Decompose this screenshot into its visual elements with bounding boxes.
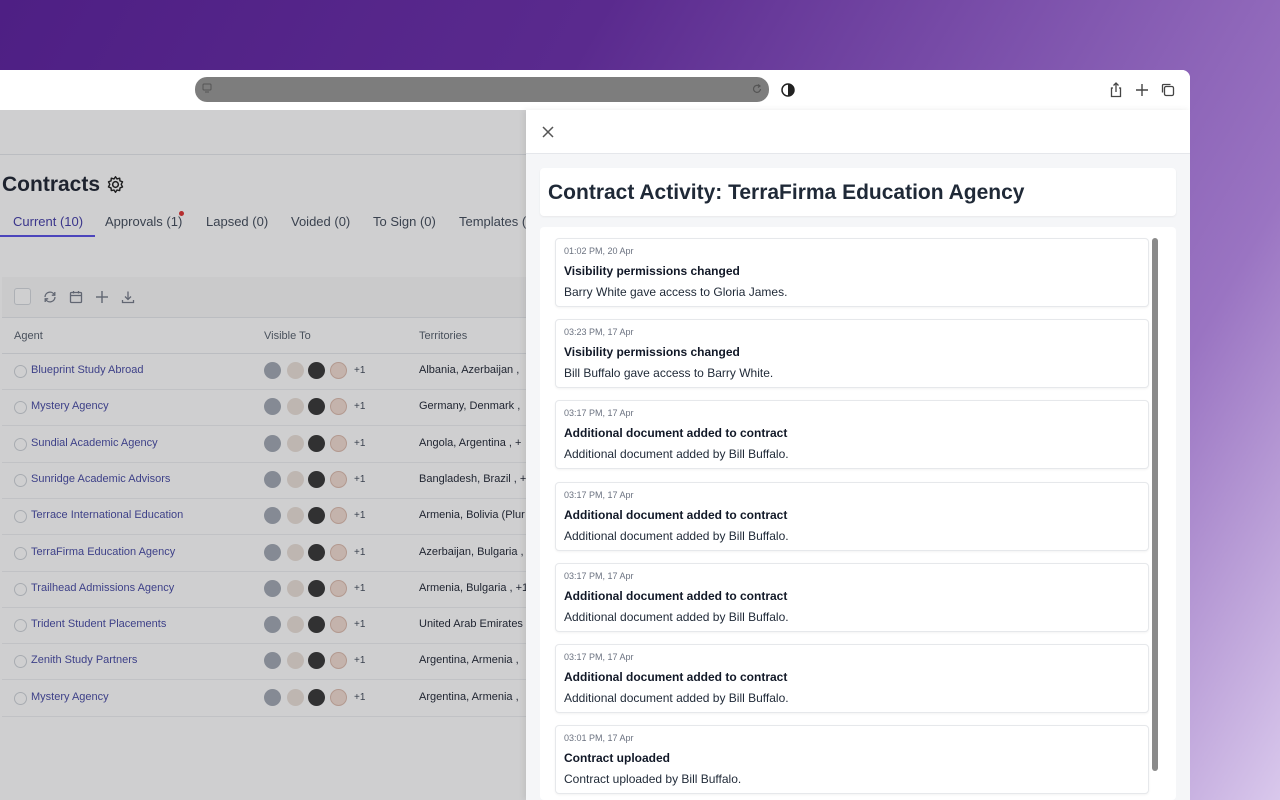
activity-title: Additional document added to contract <box>564 670 788 684</box>
activity-card: 01:02 PM, 20 Apr Visibility permissions c… <box>555 238 1149 307</box>
activity-timestamp: 03:17 PM, 17 Apr <box>564 408 634 419</box>
activity-card: 03:17 PM, 17 Apr Additional document adde… <box>555 562 1149 632</box>
activity-description: Additional document added by Bill Buffal… <box>564 691 789 705</box>
browser-toolbar <box>0 70 1190 110</box>
activity-timestamp: 03:23 PM, 17 Apr <box>564 327 634 338</box>
activity-title: Visibility permissions changed <box>564 264 740 278</box>
address-bar[interactable] <box>195 77 769 102</box>
browser-window: Contracts Current (10) Approvals (1) Lap… <box>0 70 1190 800</box>
activity-title: Visibility permissions changed <box>564 345 740 360</box>
activity-description: Additional document added by Bill Buffal… <box>564 528 789 543</box>
activity-feed: 01:02 PM, 20 Apr Visibility permissions c… <box>540 227 1176 800</box>
panel-header: Contract Activity: TerraFirma Education … <box>540 168 1176 216</box>
activity-card: 03:23 PM, 17 Apr Visibility permissions c… <box>555 319 1149 389</box>
panel-title: Contract Activity: TerraFirma Education … <box>548 181 1025 204</box>
privacy-shield-icon[interactable] <box>780 82 796 98</box>
app-content: Contracts Current (10) Approvals (1) Lap… <box>0 110 1190 800</box>
close-icon[interactable] <box>541 125 555 139</box>
activity-description: Barry White gave access to Gloria James. <box>564 285 788 299</box>
site-info-icon[interactable] <box>202 83 212 93</box>
panel-top-bar <box>526 110 1190 154</box>
activity-title: Additional document added to contract <box>564 588 788 603</box>
activity-description: Additional document added by Bill Buffal… <box>564 447 789 462</box>
activity-card: 03:17 PM, 17 Apr Additional document adde… <box>555 400 1149 470</box>
reload-icon[interactable] <box>751 83 763 95</box>
activity-card: 03:17 PM, 17 Apr Additional document adde… <box>555 481 1149 551</box>
tabs-overview-icon[interactable] <box>1159 81 1177 99</box>
activity-title: Additional document added to contract <box>564 426 788 441</box>
activity-description: Additional document added by Bill Buffal… <box>564 609 789 624</box>
activity-card: 03:17 PM, 17 Apr Additional document adde… <box>555 644 1149 713</box>
share-icon[interactable] <box>1107 81 1125 99</box>
activity-timestamp: 01:02 PM, 20 Apr <box>564 246 634 256</box>
activity-description: Contract uploaded by Bill Buffalo. <box>564 772 742 787</box>
feed-scrollbar[interactable] <box>1152 238 1158 771</box>
activity-description: Bill Buffalo gave access to Barry White. <box>564 366 774 381</box>
activity-timestamp: 03:17 PM, 17 Apr <box>564 489 634 500</box>
activity-side-panel: Contract Activity: TerraFirma Education … <box>526 110 1190 800</box>
activity-timestamp: 03:01 PM, 17 Apr <box>564 733 634 744</box>
activity-timestamp: 03:17 PM, 17 Apr <box>564 652 634 662</box>
activity-timestamp: 03:17 PM, 17 Apr <box>564 570 634 581</box>
new-tab-plus-icon[interactable] <box>1133 81 1151 99</box>
activity-card: 03:01 PM, 17 Apr Contract uploaded Contrac… <box>555 725 1149 795</box>
modal-backdrop[interactable] <box>0 110 526 800</box>
activity-title: Contract uploaded <box>564 751 671 766</box>
activity-title: Additional document added to contract <box>564 507 788 522</box>
